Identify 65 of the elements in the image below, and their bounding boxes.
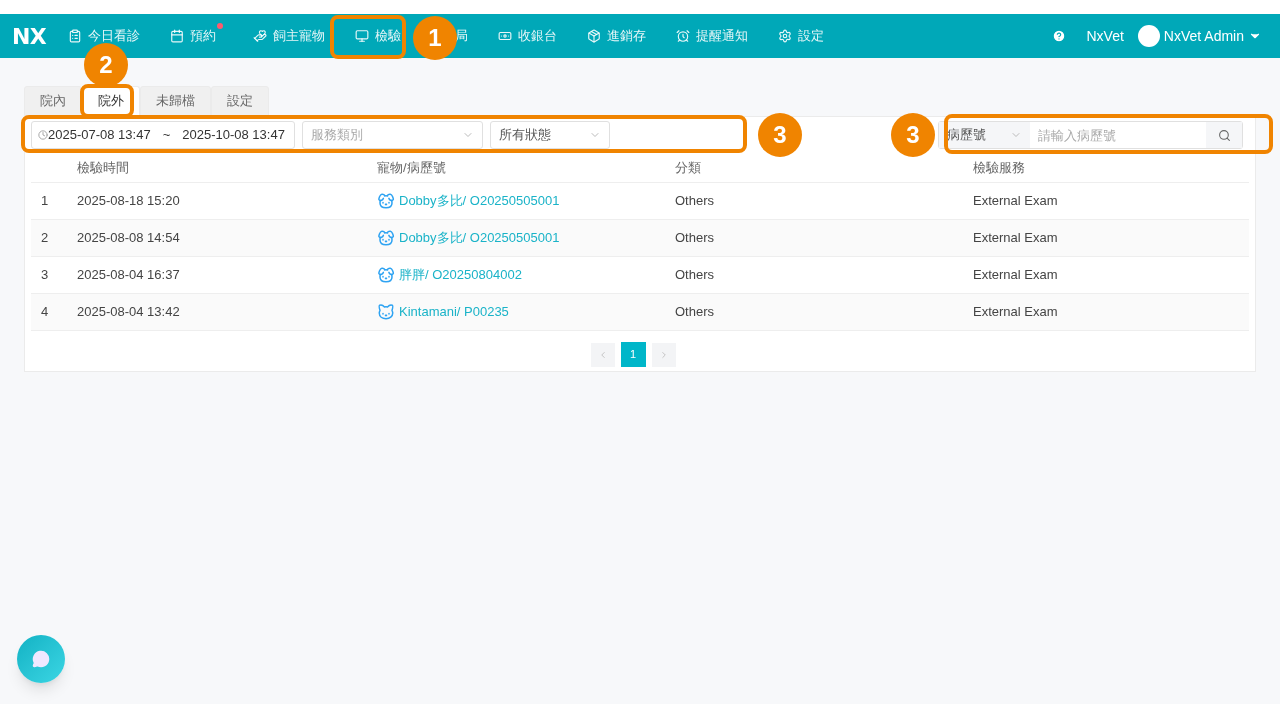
monitor-icon bbox=[355, 29, 370, 43]
nav-item[interactable]: 收銀台 bbox=[498, 26, 558, 46]
pet-record-link[interactable]: Kintamani/ P00235 bbox=[399, 302, 509, 322]
cash-icon bbox=[498, 29, 513, 43]
status-select[interactable]: 所有狀態 bbox=[490, 121, 610, 149]
table-cell-text: 2025-08-08 14:54 bbox=[77, 229, 181, 248]
pet-record-link[interactable]: Dobby多比/ O20250505001 bbox=[399, 191, 560, 211]
nav-item[interactable]: 設定 bbox=[778, 26, 825, 46]
pet-record-link[interactable]: Dobby多比/ O20250505001 bbox=[399, 228, 560, 248]
chat-bubble-icon bbox=[32, 650, 50, 668]
logo[interactable]: NX bbox=[12, 19, 47, 53]
row-number: 1 bbox=[40, 192, 50, 211]
search-type-select[interactable]: 病歷號 bbox=[939, 122, 1030, 148]
column-header: 分類 bbox=[675, 158, 702, 177]
row-number: 2 bbox=[40, 229, 50, 248]
table-cell-text: 2025-08-04 13:42 bbox=[77, 303, 181, 322]
search-button[interactable] bbox=[1206, 122, 1242, 148]
user-name[interactable]: NxVet Admin bbox=[1163, 25, 1244, 47]
table-cell-text: 2025-08-18 15:20 bbox=[77, 192, 181, 211]
tab[interactable]: 設定 bbox=[211, 86, 269, 116]
table-cell-text: 2025-08-04 16:37 bbox=[77, 266, 181, 285]
nav-item[interactable]: 飼主寵物 bbox=[253, 26, 326, 46]
table-cell-text: External Exam bbox=[973, 192, 1059, 211]
table-cell-text: External Exam bbox=[973, 229, 1059, 248]
table-cell-text: Others bbox=[675, 303, 715, 322]
dog-icon bbox=[377, 229, 395, 247]
clipboard-icon bbox=[68, 29, 83, 43]
chat-button[interactable] bbox=[17, 635, 65, 683]
avatar[interactable] bbox=[1137, 25, 1160, 47]
page-button[interactable]: 1 bbox=[620, 342, 646, 367]
alarm-clock-icon bbox=[676, 29, 691, 43]
hands-icon bbox=[253, 29, 268, 43]
service-type-select[interactable]: 服務類別 bbox=[302, 121, 483, 149]
nav-item[interactable]: 進銷存 bbox=[587, 26, 647, 46]
table-cell-text: Others bbox=[675, 229, 715, 248]
date-range-field[interactable]: 2025-07-08 13:47 ~ 2025-10-08 13:47 bbox=[31, 121, 295, 149]
help-icon[interactable] bbox=[1052, 29, 1067, 43]
tab[interactable]: 未歸檔 bbox=[140, 86, 211, 116]
nav-item[interactable]: 局 bbox=[455, 26, 469, 46]
tab[interactable]: 院內 bbox=[24, 86, 82, 116]
search-field[interactable]: 請輸入病歷號 bbox=[1030, 122, 1206, 148]
dog-icon bbox=[377, 192, 395, 210]
table-cell-text: Others bbox=[675, 266, 715, 285]
dog-icon bbox=[377, 266, 395, 284]
settings-icon bbox=[778, 29, 793, 43]
package-icon bbox=[587, 29, 602, 43]
table-cell-text: Others bbox=[675, 192, 715, 211]
search-icon bbox=[1217, 128, 1231, 142]
table-cell-text: External Exam bbox=[973, 266, 1059, 285]
column-header: 寵物/病歷號 bbox=[377, 158, 447, 177]
row-number: 3 bbox=[40, 266, 50, 285]
nav-item[interactable]: 預約 bbox=[170, 23, 224, 49]
nav-item[interactable]: 檢驗 bbox=[355, 26, 402, 46]
cat-icon bbox=[377, 303, 395, 321]
calendar-icon bbox=[170, 29, 185, 43]
row-number: 4 bbox=[40, 303, 50, 322]
clock-icon bbox=[38, 130, 48, 140]
pet-record-link[interactable]: 胖胖/ O20250804002 bbox=[399, 265, 522, 285]
search-bar[interactable]: 病歷號 請輸入病歷號 bbox=[938, 121, 1243, 149]
column-header: 檢驗時間 bbox=[77, 158, 130, 177]
column-header: 檢驗服務 bbox=[973, 158, 1026, 177]
clinic-name[interactable]: NxVet bbox=[1086, 25, 1124, 47]
nav-item[interactable]: 今日看診 bbox=[68, 26, 141, 46]
nav-item[interactable]: 提醒通知 bbox=[676, 26, 749, 46]
table-cell-text: External Exam bbox=[973, 303, 1059, 322]
